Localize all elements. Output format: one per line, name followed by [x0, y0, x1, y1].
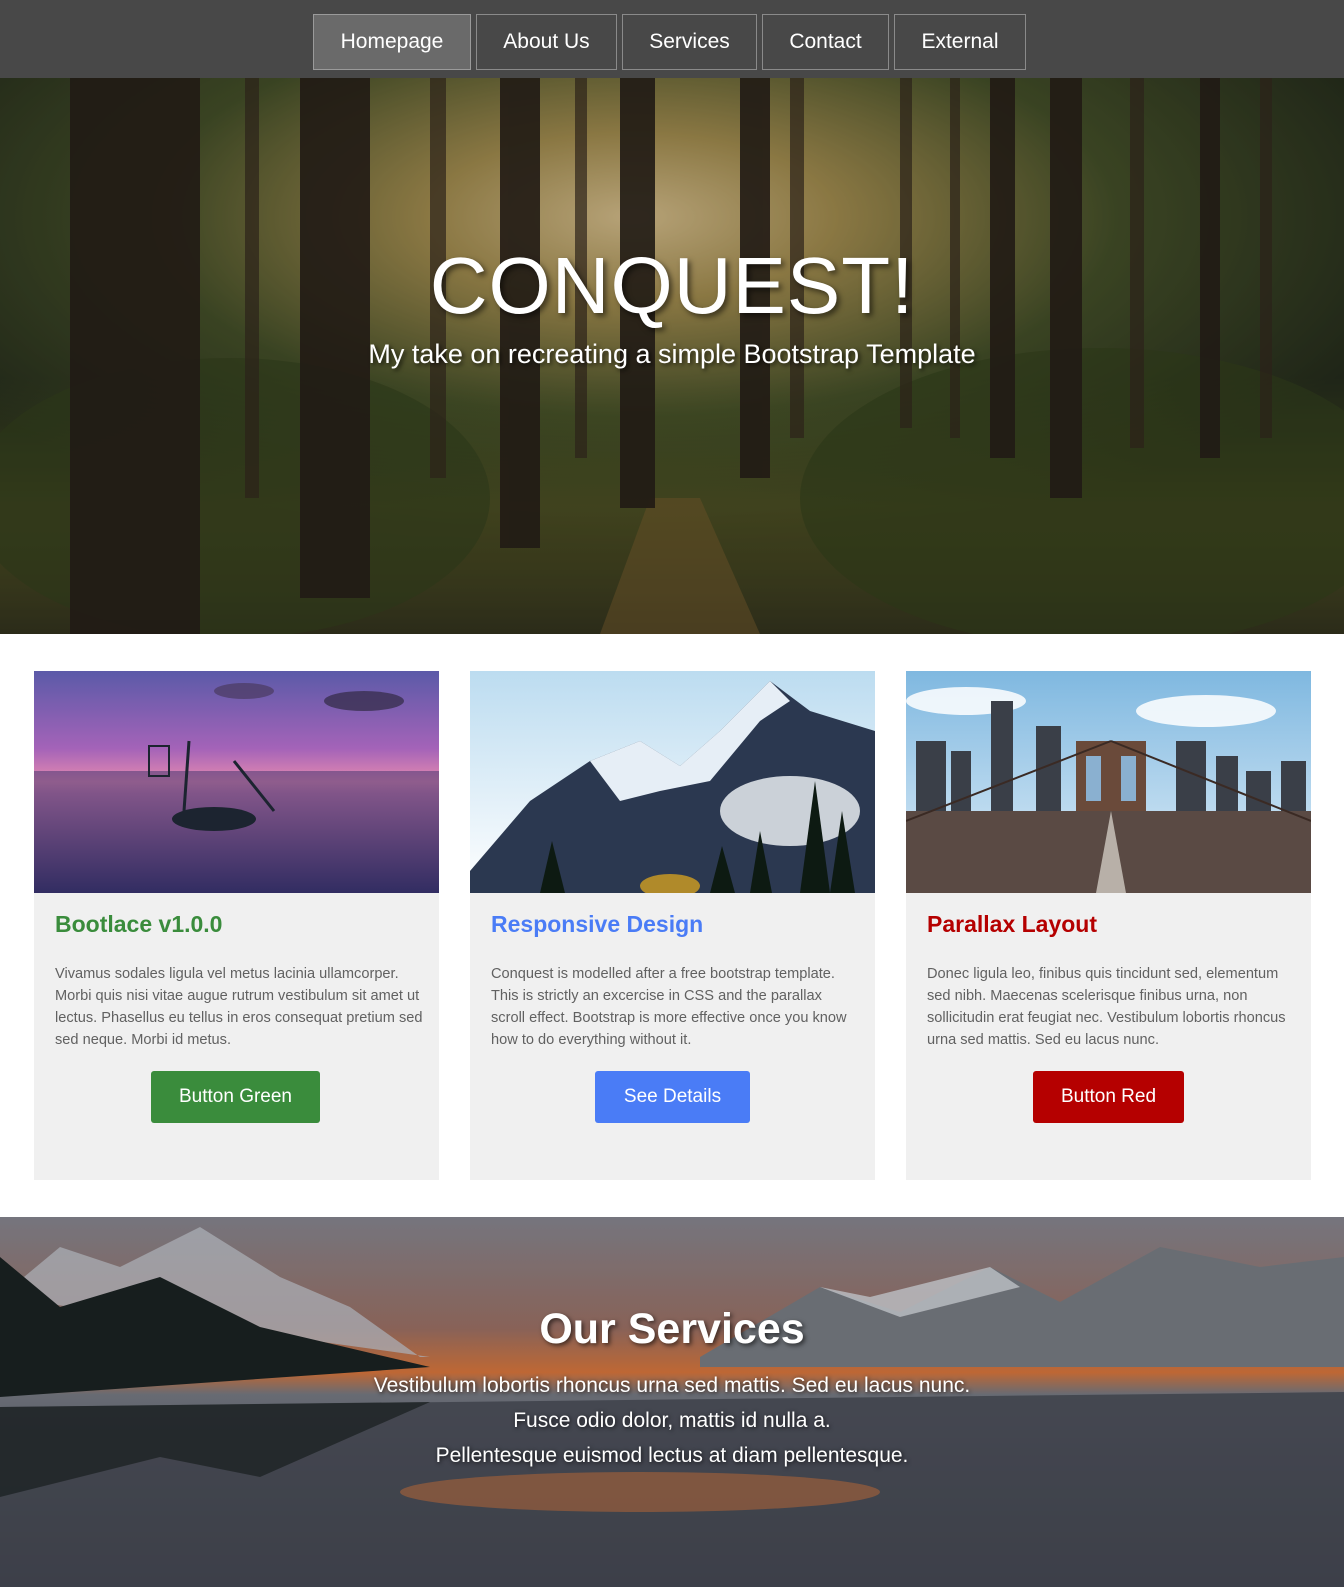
hero-subtitle: My take on recreating a simple Bootstrap…	[368, 339, 976, 369]
card-title: Bootlace v1.0.0	[55, 911, 223, 937]
feature-card-bootlace: Bootlace v1.0.0 Vivamus sodales ligula v…	[34, 671, 439, 1180]
nav-item-contact[interactable]: Contact	[762, 14, 889, 70]
button-red[interactable]: Button Red	[1033, 1071, 1184, 1123]
nav-item-external[interactable]: External	[894, 14, 1026, 70]
card-title: Parallax Layout	[927, 911, 1098, 937]
navbar: Homepage About Us Services Contact Exter…	[0, 0, 1344, 78]
card-title: Responsive Design	[491, 911, 704, 937]
card-image-mountain	[470, 671, 875, 893]
services-line: Pellentesque euismod lectus at diam pell…	[435, 1444, 909, 1467]
feature-card-responsive-design: Responsive Design Conquest is modelled a…	[470, 671, 875, 1180]
services-line: Vestibulum lobortis rhoncus urna sed mat…	[373, 1374, 971, 1397]
services-title: Our Services	[539, 1305, 805, 1353]
feature-card-parallax-layout: Parallax Layout Donec ligula leo, finibu…	[906, 671, 1311, 1180]
services-lake-image	[0, 1217, 1344, 1587]
hero-section: CONQUEST! My take on recreating a simple…	[0, 78, 1344, 634]
card-text: Donec ligula leo, finibus quis tincidunt…	[927, 966, 1286, 1048]
card-image-sunset-boat	[34, 671, 439, 893]
card-image-bridge-city	[906, 671, 1311, 893]
services-line: Fusce odio dolor, mattis id nulla a.	[513, 1409, 831, 1432]
nav-item-homepage[interactable]: Homepage	[313, 14, 471, 70]
card-text: Vivamus sodales ligula vel metus lacinia…	[55, 966, 423, 1048]
card-text: Conquest is modelled after a free bootst…	[491, 966, 847, 1048]
nav-item-services[interactable]: Services	[622, 14, 757, 70]
see-details-button[interactable]: See Details	[595, 1071, 750, 1123]
nav-list: Homepage About Us Services Contact Exter…	[313, 14, 1026, 70]
nav-item-about-us[interactable]: About Us	[476, 14, 617, 70]
hero-title: CONQUEST!	[429, 241, 915, 330]
button-green[interactable]: Button Green	[151, 1071, 320, 1123]
services-section: Our Services Vestibulum lobortis rhoncus…	[0, 1217, 1344, 1587]
